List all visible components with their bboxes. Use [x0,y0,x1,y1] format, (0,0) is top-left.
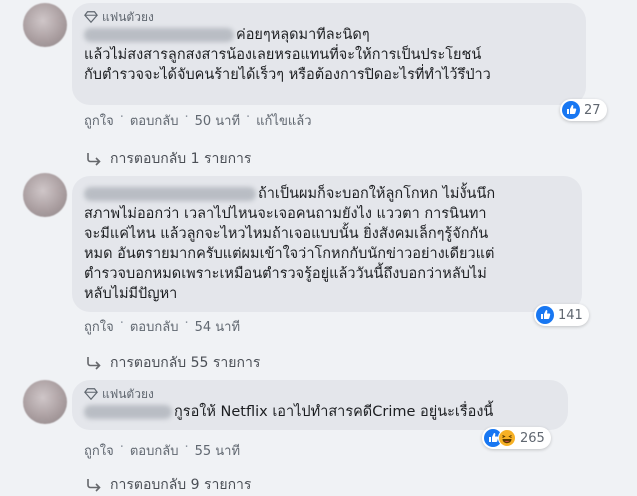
timestamp[interactable]: 55 นาที [195,440,240,461]
like-link[interactable]: ถูกใจ [84,110,114,131]
reply-link[interactable]: ตอบกลับ [130,316,179,337]
fan-badge: แฟนตัวยง [84,9,574,25]
comment-text: กูรอให้ Netflix เอาไปทำสารคดีCrime อยู่น… [84,402,556,422]
comment-actions: ถูกใจ · ตอบกลับ · 54 นาที [84,316,241,337]
reaction-summary[interactable]: 141 [534,304,589,326]
view-replies[interactable]: การตอบกลับ 9 รายการ [86,474,251,496]
diamond-icon [84,11,98,24]
commenter-name[interactable] [84,405,172,419]
timestamp[interactable]: 50 นาที [195,110,240,131]
edited-label[interactable]: แก้ไขแล้ว [256,110,311,131]
like-link[interactable]: ถูกใจ [84,440,114,461]
reaction-count: 27 [584,102,601,118]
view-replies[interactable]: การตอบกลับ 55 รายการ [86,352,260,374]
haha-icon [498,429,516,447]
comment-text: ค่อยๆหลุดมาทีละนิดๆ แล้วไม่สงสารลูกสงสาร… [84,27,491,83]
diamond-icon [84,388,98,401]
view-replies[interactable]: การตอบกลับ 1 รายการ [86,148,251,170]
reaction-summary[interactable]: 27 [560,99,607,121]
replies-label: การตอบกลับ 55 รายการ [110,355,261,371]
comment-bubble: แฟนตัวยง กูรอให้ Netflix เอาไปทำสารคดีCr… [72,380,568,430]
replies-label: การตอบกลับ 9 รายการ [110,477,252,493]
fan-badge-label: แฟนตัวยง [102,387,154,401]
fan-badge: แฟนตัวยง [84,386,556,402]
like-icon [562,101,580,119]
reply-link[interactable]: ตอบกลับ [130,440,179,461]
replies-label: การตอบกลับ 1 รายการ [110,151,252,167]
like-link[interactable]: ถูกใจ [84,316,114,337]
reply-arrow-icon [87,357,101,370]
fan-badge-label: แฟนตัวยง [102,10,154,24]
comment-actions: ถูกใจ · ตอบกลับ · 55 นาที [84,440,241,461]
reply-arrow-icon [87,153,101,166]
commenter-name[interactable] [84,187,256,201]
comment-actions: ถูกใจ · ตอบกลับ · 50 นาที · แก้ไขแล้ว [84,110,312,131]
reaction-summary[interactable]: 265 [482,427,551,449]
like-icon [536,306,554,324]
reply-arrow-icon [87,479,101,492]
avatar[interactable] [23,3,67,47]
avatar[interactable] [23,173,67,217]
comment-text: ถ้าเป็นผมก็จะบอกให้ลูกโกหก ไม่งั้นนึก สภ… [84,186,496,302]
reaction-count: 265 [520,430,545,446]
timestamp[interactable]: 54 นาที [195,316,240,337]
reply-link[interactable]: ตอบกลับ [130,110,179,131]
avatar[interactable] [23,380,67,424]
comment-bubble: ถ้าเป็นผมก็จะบอกให้ลูกโกหก ไม่งั้นนึก สภ… [72,176,582,312]
comment-bubble: แฟนตัวยง ค่อยๆหลุดมาทีละนิดๆ แล้วไม่สงสา… [72,3,586,105]
reaction-count: 141 [558,307,583,323]
commenter-name[interactable] [84,28,234,42]
